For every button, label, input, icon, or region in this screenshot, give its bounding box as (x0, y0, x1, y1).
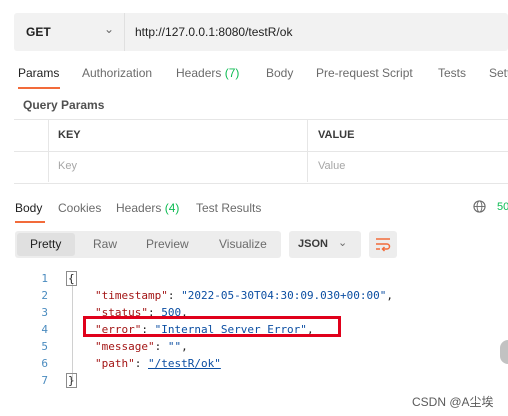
format-label: JSON (298, 238, 328, 250)
tab-settings[interactable]: Setti (489, 66, 508, 80)
view-visualize-button[interactable]: Visualize (219, 237, 267, 251)
code-line: { (66, 271, 77, 286)
column-header-value: VALUE (318, 129, 355, 141)
indent-guide (72, 284, 73, 380)
json-key: "path" (95, 357, 135, 370)
close-brace: } (66, 373, 77, 388)
scroll-handle[interactable] (500, 340, 508, 364)
query-params-title: Query Params (23, 98, 105, 112)
response-tab-body[interactable]: Body (15, 201, 42, 215)
json-value: "" (167, 340, 182, 353)
value-input[interactable]: Value (318, 160, 345, 172)
active-tab-indicator (15, 221, 45, 223)
chevron-down-icon[interactable]: ⌄ (104, 22, 114, 36)
watermark: CSDN @A尘埃 (412, 395, 494, 409)
json-key: "timestamp" (95, 289, 168, 302)
method-select[interactable]: GET (26, 25, 51, 39)
column-divider (48, 119, 49, 182)
column-divider (307, 119, 308, 182)
tab-pre-request-script[interactable]: Pre-request Script (316, 66, 413, 80)
line-number: 4 (41, 323, 48, 336)
tab-params[interactable]: Params (18, 66, 59, 80)
tab-authorization[interactable]: Authorization (82, 66, 152, 80)
row-divider (14, 151, 508, 152)
headers-count: (7) (224, 66, 240, 80)
line-number: 5 (41, 340, 48, 353)
key-input[interactable]: Key (58, 160, 77, 172)
line-number: 7 (41, 374, 48, 387)
tab-tests[interactable]: Tests (438, 66, 466, 80)
path-link[interactable]: "/testR/ok" (148, 357, 221, 370)
code-line: "path": "/testR/ok" (95, 357, 221, 370)
url-input[interactable]: http://127.0.0.1:8080/testR/ok (135, 25, 292, 39)
code-line: "message": "", (95, 340, 188, 353)
line-number: 2 (41, 289, 48, 302)
response-headers-count: (4) (164, 201, 180, 215)
tab-headers[interactable]: Headers (7) (176, 66, 239, 80)
view-preview-button[interactable]: Preview (146, 237, 189, 251)
active-tab-indicator (18, 87, 60, 89)
chevron-down-icon: ⌄ (338, 237, 348, 249)
open-brace: { (66, 271, 77, 286)
view-raw-button[interactable]: Raw (93, 237, 117, 251)
json-value: "2022-05-30T04:30:09.030+00:00" (181, 289, 387, 302)
line-number: 6 (41, 357, 48, 370)
response-tab-cookies[interactable]: Cookies (58, 201, 101, 215)
globe-icon[interactable] (473, 200, 486, 213)
response-tab-test-results[interactable]: Test Results (196, 201, 261, 215)
tab-body[interactable]: Body (266, 66, 293, 80)
line-number: 3 (41, 306, 48, 319)
wrap-lines-icon (376, 238, 391, 252)
json-key: "message" (95, 340, 155, 353)
response-tab-headers[interactable]: Headers (4) (116, 201, 179, 215)
divider (124, 13, 125, 51)
line-number: 1 (41, 272, 48, 285)
error-highlight-box (83, 316, 341, 337)
view-pretty-button[interactable]: Pretty (30, 237, 61, 251)
code-line: "timestamp": "2022-05-30T04:30:09.030+00… (95, 289, 394, 302)
code-line: } (66, 373, 77, 388)
column-header-key: KEY (58, 129, 81, 141)
status-code: 50 (497, 201, 508, 213)
